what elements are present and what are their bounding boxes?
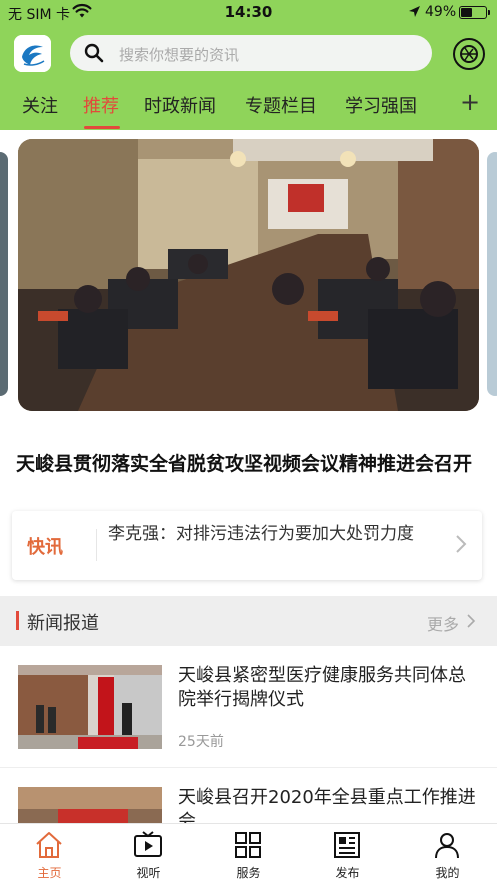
tabbar-label: 发布 xyxy=(335,866,360,880)
tabbar-label: 服务 xyxy=(236,866,261,880)
tabbar-label: 我的 xyxy=(435,866,460,880)
news-list-item[interactable]: 天峻县紧密型医疗健康服务共同体总院举行揭牌仪式 25天前 xyxy=(0,646,497,768)
tabbar-mine[interactable]: 我的 xyxy=(398,824,497,883)
clock: 14:30 xyxy=(224,3,273,21)
news-title: 天峻县紧密型医疗健康服务共同体总院举行揭牌仪式 xyxy=(178,665,466,710)
app-header: 无 SIM 卡 14:30 49% 搜索你想要的资讯 关注 推荐 时政新闻 专题… xyxy=(0,0,497,130)
section-title: 新闻报道 xyxy=(27,613,99,634)
flash-news-text: 李克强：对排污违法行为要加大处罚力度 xyxy=(108,524,414,544)
search-icon xyxy=(84,43,104,67)
carousel-banner-image[interactable] xyxy=(18,139,479,411)
flash-news-card[interactable]: 快讯 李克强：对排污违法行为要加大处罚力度 xyxy=(12,511,482,580)
more-link[interactable]: 更多 xyxy=(427,611,459,635)
bottom-tab-bar: 主页 视听 服务 发布 我的 xyxy=(0,823,497,883)
tabbar-service[interactable]: 服务 xyxy=(199,824,298,883)
tab-politics-news[interactable]: 时政新闻 xyxy=(144,92,216,118)
tabbar-video[interactable]: 视听 xyxy=(99,824,198,883)
tab-follow[interactable]: 关注 xyxy=(22,92,58,118)
flash-news-divider xyxy=(96,529,97,561)
chevron-right-icon[interactable] xyxy=(466,613,476,633)
tab-recommend[interactable]: 推荐 xyxy=(83,92,119,118)
news-thumbnail xyxy=(18,665,162,749)
battery-icon xyxy=(459,6,490,19)
battery-percent: 49% xyxy=(425,4,457,20)
carousel-headline[interactable]: 天峻县贯彻落实全省脱贫攻坚视频会议精神推进会召开 xyxy=(16,449,486,476)
camera-icon[interactable] xyxy=(452,37,486,71)
news-time: 25天前 xyxy=(178,734,224,750)
tab-special-columns[interactable]: 专题栏目 xyxy=(245,92,317,118)
tabbar-label: 视听 xyxy=(136,866,161,880)
search-bar[interactable]: 搜索你想要的资讯 xyxy=(70,35,432,71)
chevron-right-icon xyxy=(455,534,467,558)
tabbar-home[interactable]: 主页 xyxy=(0,824,99,883)
search-placeholder: 搜索你想要的资讯 xyxy=(119,46,240,64)
tabbar-publish[interactable]: 发布 xyxy=(298,824,397,883)
app-logo-icon[interactable] xyxy=(14,35,51,72)
category-tabs: 关注 推荐 时政新闻 专题栏目 学习强国 + xyxy=(0,86,497,130)
carousel-next-slide[interactable] xyxy=(487,152,497,396)
section-accent-bar xyxy=(16,611,19,630)
status-bar: 无 SIM 卡 14:30 49% xyxy=(0,0,497,26)
flash-news-tag: 快讯 xyxy=(27,537,63,558)
tab-xuexi-qiangguo[interactable]: 学习强国 xyxy=(345,92,417,118)
location-arrow-icon xyxy=(408,5,421,22)
news-section-header: 新闻报道 更多 xyxy=(0,596,497,646)
add-tab-button[interactable]: + xyxy=(460,88,480,116)
carousel-prev-slide[interactable] xyxy=(0,152,8,396)
tabbar-label: 主页 xyxy=(37,866,62,880)
active-tab-indicator xyxy=(84,126,120,129)
